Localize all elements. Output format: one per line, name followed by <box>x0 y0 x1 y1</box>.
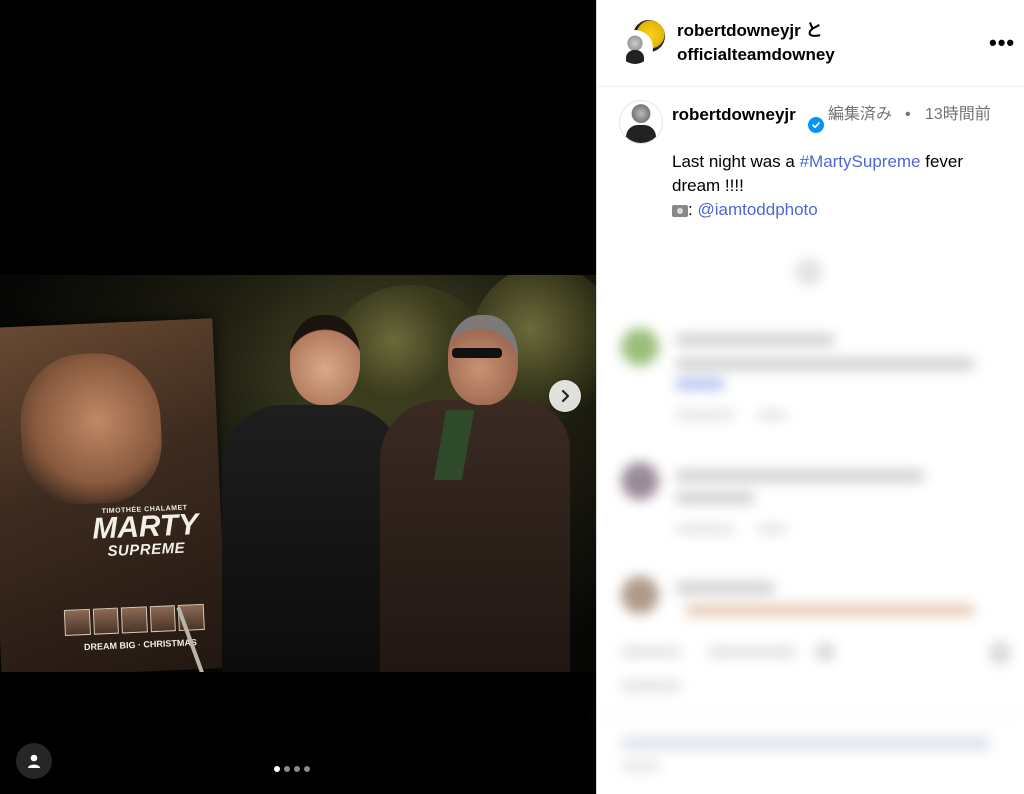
avatar <box>617 30 653 66</box>
carousel-dot <box>284 766 290 772</box>
carousel-dots <box>274 766 310 772</box>
avatar[interactable] <box>619 100 663 144</box>
camera-icon <box>672 204 688 217</box>
post-header: robertdowneyjr と officialteamdowney ••• <box>597 0 1024 87</box>
caption-username[interactable]: robertdowneyjr <box>672 103 802 127</box>
poster-title: TIMOTHÉE CHALAMET MARTY SUPREME <box>89 504 201 561</box>
edited-label: 編集済み <box>828 106 893 123</box>
carousel-dot <box>294 766 300 772</box>
more-options-button[interactable]: ••• <box>989 30 1015 56</box>
caption-text: Last night was a #MartySupreme fever dre… <box>672 150 1002 222</box>
carousel-dot <box>274 766 280 772</box>
hashtag-link[interactable]: #MartySupreme <box>800 152 921 171</box>
poster-portrait <box>17 350 165 507</box>
person-tag-icon <box>28 754 40 768</box>
blurred-comments-area <box>597 240 1024 794</box>
post-timestamp[interactable]: 13時間前 <box>925 103 995 127</box>
chevron-right-icon <box>561 389 570 403</box>
post-photo[interactable]: TIMOTHÉE CHALAMET MARTY SUPREME DREAM BI… <box>0 275 596 672</box>
movie-poster: TIMOTHÉE CHALAMET MARTY SUPREME DREAM BI… <box>0 318 228 672</box>
meta-separator: • <box>905 106 911 123</box>
collab-avatars[interactable] <box>617 18 667 66</box>
poster-title-line2: SUPREME <box>107 539 186 561</box>
tagged-people-button[interactable] <box>16 743 52 779</box>
carousel-dot <box>304 766 310 772</box>
author-line-2[interactable]: officialteamdowney <box>677 43 835 67</box>
author-line-1[interactable]: robertdowneyjr と <box>677 19 835 43</box>
verified-badge-icon <box>808 117 824 133</box>
mention-link[interactable]: @iamtoddphoto <box>697 200 817 219</box>
post-authors[interactable]: robertdowneyjr と officialteamdowney <box>677 19 835 67</box>
carousel-next-button[interactable] <box>549 380 581 412</box>
caption-text-start: Last night was a <box>672 152 800 171</box>
person-right <box>370 300 570 672</box>
post-media-viewer: TIMOTHÉE CHALAMET MARTY SUPREME DREAM BI… <box>0 0 596 794</box>
post-side-panel: robertdowneyjr と officialteamdowney ••• … <box>596 0 1024 794</box>
